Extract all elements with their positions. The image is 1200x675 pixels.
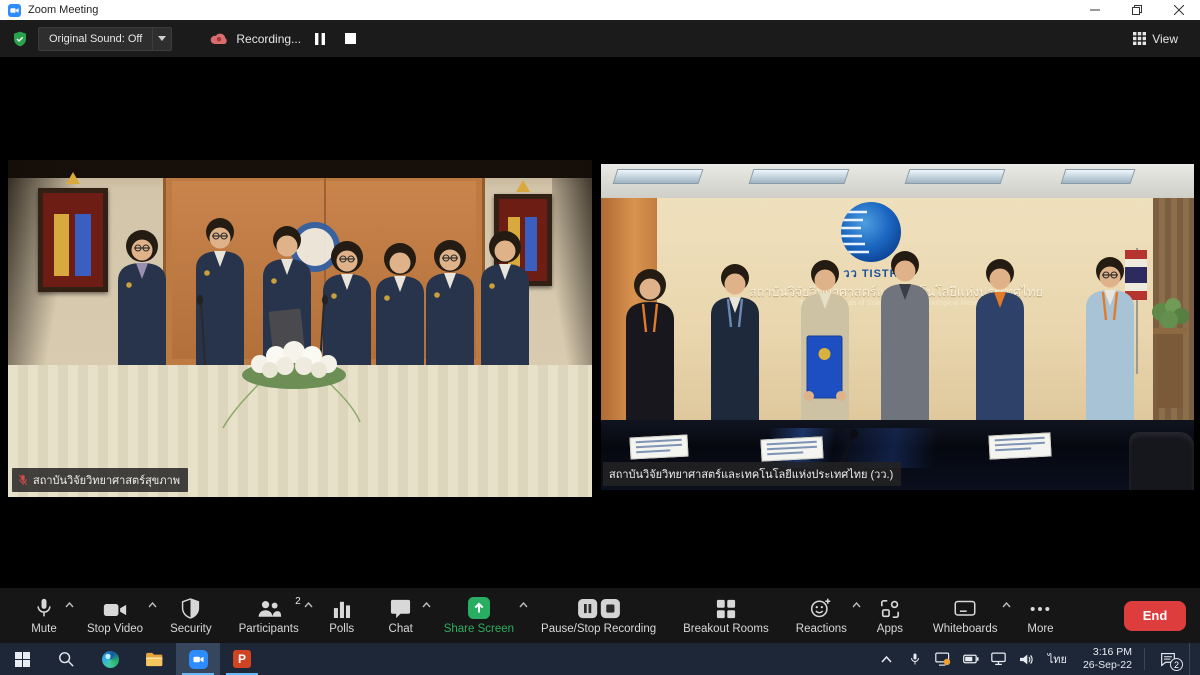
participants-button[interactable]: Participants 2 [229, 593, 309, 639]
pause-stop-recording-icon [578, 597, 620, 619]
minimize-button[interactable] [1074, 0, 1116, 20]
title-bar: Zoom Meeting [0, 0, 1200, 20]
tray-microphone-icon[interactable] [902, 643, 928, 675]
tray-chevron-up-icon[interactable] [874, 643, 900, 675]
chevron-up-icon[interactable] [65, 599, 74, 611]
table-mic [601, 164, 1194, 490]
breakout-rooms-button[interactable]: Breakout Rooms [673, 593, 779, 639]
encryption-shield-icon[interactable] [12, 31, 28, 47]
chevron-up-icon[interactable] [422, 599, 431, 611]
file-explorer-icon[interactable] [132, 643, 176, 675]
search-icon[interactable] [44, 643, 88, 675]
pause-stop-recording-button[interactable]: Pause/Stop Recording [531, 593, 666, 639]
notification-center-icon[interactable]: 2 [1149, 643, 1187, 675]
polls-icon [333, 597, 351, 619]
view-label: View [1152, 32, 1178, 46]
view-button[interactable]: View [1125, 28, 1186, 50]
mute-button[interactable]: Mute [18, 593, 70, 639]
taskbar-zoom-app[interactable] [176, 643, 220, 675]
taskbar-powerpoint-app[interactable]: P [220, 643, 264, 675]
reactions-icon [810, 597, 832, 619]
taskbar-clock[interactable]: 3:16 PM 26-Sep-22 [1075, 646, 1140, 672]
recording-indicator: Recording... [210, 28, 361, 50]
end-meeting-button[interactable]: End [1124, 601, 1186, 631]
right-feed-name-text: สถาบันวิจัยวิทยาศาสตร์และเทคโนโลยีแห่งปร… [609, 465, 893, 483]
edge-browser-icon[interactable] [88, 643, 132, 675]
chat-icon [390, 597, 411, 619]
recording-cloud-icon [210, 32, 228, 45]
tray-network-icon[interactable] [986, 643, 1012, 675]
window-title: Zoom Meeting [28, 4, 98, 16]
camera-icon [103, 597, 127, 619]
share-screen-icon [468, 597, 490, 619]
zoom-meeting-window: Zoom Meeting Original Sound: Off [0, 0, 1200, 675]
chat-button[interactable]: Chat [375, 593, 427, 639]
clock-time: 3:16 PM [1083, 646, 1132, 659]
notification-count-badge: 2 [1170, 658, 1183, 671]
tray-battery-icon[interactable] [958, 643, 984, 675]
video-feed-tistr[interactable]: วว TISTR สถาบันวิจัยวิทยาศาสตร์และเทคโนโ… [601, 164, 1194, 490]
chevron-up-icon[interactable] [519, 599, 528, 611]
close-button[interactable] [1158, 0, 1200, 20]
windows-taskbar: P ไทย 3:16 PM 2 [0, 643, 1200, 675]
chevron-up-icon[interactable] [148, 599, 157, 611]
share-screen-button[interactable]: Share Screen [434, 593, 524, 639]
zoom-control-bar: Mute Stop Video Security Participants 2 [0, 588, 1200, 643]
office-chair [1129, 432, 1194, 490]
original-sound-dropdown[interactable] [152, 27, 172, 51]
apps-button[interactable]: Apps [864, 593, 916, 639]
system-tray: ไทย 3:16 PM 26-Sep-22 2 [874, 643, 1200, 675]
microphone-icon [34, 597, 54, 619]
reactions-button[interactable]: Reactions [786, 593, 857, 639]
shield-icon [181, 597, 200, 619]
participant-name-label: สถาบันวิจัยวิทยาศาสตร์และเทคโนโลยีแห่งปร… [603, 462, 901, 486]
left-feed-props [8, 160, 592, 497]
participants-icon [256, 597, 282, 619]
breakout-rooms-icon [716, 597, 736, 619]
grid-view-icon [1133, 32, 1146, 45]
muted-mic-icon [18, 474, 28, 486]
chevron-up-icon[interactable] [1002, 599, 1011, 611]
stop-recording-icon[interactable] [339, 28, 361, 50]
more-button[interactable]: More [1014, 593, 1066, 639]
participants-count-badge: 2 [295, 596, 301, 607]
apps-icon [880, 597, 900, 619]
restore-button[interactable] [1116, 0, 1158, 20]
more-icon [1029, 597, 1051, 619]
original-sound-button[interactable]: Original Sound: Off [38, 27, 152, 51]
start-button[interactable] [0, 643, 44, 675]
video-stage: สถาบันวิจัยวิทยาศาสตร์สุขภาพ [0, 57, 1200, 588]
recording-label: Recording... [236, 32, 301, 46]
original-sound-label: Original Sound: Off [49, 33, 142, 45]
whiteboards-button[interactable]: Whiteboards [923, 593, 1008, 639]
pause-recording-icon[interactable] [309, 28, 331, 50]
tray-screen-share-icon[interactable] [930, 643, 956, 675]
stop-video-button[interactable]: Stop Video [77, 593, 153, 639]
chevron-up-icon[interactable] [852, 599, 861, 611]
language-indicator[interactable]: ไทย [1042, 650, 1073, 668]
zoom-app-icon [8, 4, 21, 17]
security-button[interactable]: Security [160, 593, 222, 639]
flower-centerpiece [223, 341, 360, 428]
polls-button[interactable]: Polls [316, 593, 368, 639]
participant-name-label: สถาบันวิจัยวิทยาศาสตร์สุขภาพ [12, 468, 188, 492]
show-desktop-button[interactable] [1189, 643, 1194, 675]
chevron-up-icon[interactable] [304, 599, 313, 611]
clock-date: 26-Sep-22 [1083, 659, 1132, 672]
meeting-toolbar: Original Sound: Off Recording... [0, 20, 1200, 57]
tray-speaker-icon[interactable] [1014, 643, 1040, 675]
whiteboard-icon [954, 597, 976, 619]
tray-separator [1144, 648, 1145, 670]
video-feed-health-science-institute[interactable]: สถาบันวิจัยวิทยาศาสตร์สุขภาพ [8, 160, 592, 497]
left-feed-name-text: สถาบันวิจัยวิทยาศาสตร์สุขภาพ [33, 471, 180, 489]
